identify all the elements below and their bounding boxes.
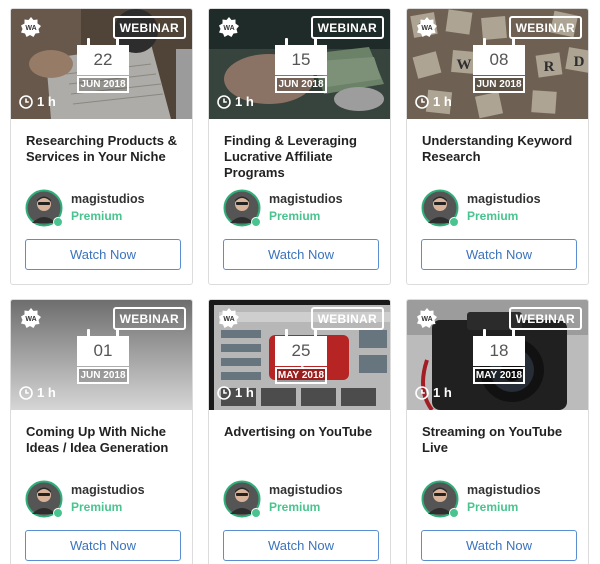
clock-icon (217, 94, 231, 109)
duration: 1 h (19, 385, 56, 400)
webinar-card[interactable]: WA WEBINAR 01 JUN 2018 1 h Coming Up Wit… (10, 299, 193, 564)
webinar-badge: WEBINAR (310, 307, 384, 330)
membership-tier: Premium (71, 209, 123, 223)
date-day: 22 (77, 45, 129, 75)
webinar-badge: WEBINAR (112, 16, 186, 39)
date-month: MAY 2018 (275, 367, 327, 384)
author-avatar[interactable] (421, 480, 459, 518)
author-avatar[interactable] (223, 480, 261, 518)
date-month: JUN 2018 (77, 367, 129, 384)
webinar-title[interactable]: Advertising on YouTube (224, 424, 384, 440)
webinar-card[interactable]: WA WEBINAR 18 MAY 2018 1 h Streaming on … (406, 299, 589, 564)
svg-text:WA: WA (25, 316, 36, 323)
author-name[interactable]: magistudios (269, 483, 343, 497)
svg-text:WA: WA (421, 316, 432, 323)
watch-now-button[interactable]: Watch Now (223, 239, 379, 270)
duration-label: 1 h (433, 94, 452, 109)
duration-label: 1 h (235, 94, 254, 109)
membership-tier: Premium (467, 500, 519, 514)
card-thumbnail[interactable]: WA WEBINAR 25 MAY 2018 1 h (209, 300, 390, 410)
author-avatar[interactable] (25, 480, 63, 518)
watch-now-button[interactable]: Watch Now (223, 530, 379, 561)
watch-now-button[interactable]: Watch Now (421, 239, 577, 270)
svg-text:WA: WA (223, 25, 234, 32)
date-day: 01 (77, 336, 129, 366)
author-avatar[interactable] (25, 189, 63, 227)
webinar-title[interactable]: Streaming on YouTube Live (422, 424, 582, 456)
author-name[interactable]: magistudios (269, 192, 343, 206)
clock-icon (415, 385, 429, 400)
date-day: 25 (275, 336, 327, 366)
webinar-title[interactable]: Understanding Keyword Research (422, 133, 582, 165)
membership-tier: Premium (269, 209, 321, 223)
membership-tier: Premium (467, 209, 519, 223)
webinar-title[interactable]: Researching Products & Services in Your … (26, 133, 186, 165)
webinar-card[interactable]: WA WEBINAR 22 JUN 2018 1 h Researching P… (10, 8, 193, 285)
duration-label: 1 h (37, 385, 56, 400)
brand-logo-icon: WA (21, 308, 41, 328)
watch-now-button[interactable]: Watch Now (25, 530, 181, 561)
author-name[interactable]: magistudios (467, 483, 541, 497)
date-calendar: 18 MAY 2018 (473, 329, 525, 388)
svg-text:WA: WA (25, 25, 36, 32)
brand-logo-icon: WA (21, 17, 41, 37)
author-name[interactable]: magistudios (71, 483, 145, 497)
card-thumbnail[interactable]: Y W R D WA WEBINAR 08 JUN 2018 1 h (407, 9, 588, 119)
webinar-badge: WEBINAR (508, 16, 582, 39)
duration: 1 h (217, 385, 254, 400)
card-thumbnail[interactable]: WA WEBINAR 15 JUN 2018 1 h (209, 9, 390, 119)
brand-logo-icon: WA (219, 17, 239, 37)
author-avatar[interactable] (223, 189, 261, 227)
brand-logo-icon: WA (417, 17, 437, 37)
watch-now-button[interactable]: Watch Now (25, 239, 181, 270)
webinar-badge: WEBINAR (508, 307, 582, 330)
clock-icon (415, 94, 429, 109)
webinar-card[interactable]: WA WEBINAR 25 MAY 2018 1 h Advertising o… (208, 299, 391, 564)
date-calendar: 01 JUN 2018 (77, 329, 129, 388)
date-month: JUN 2018 (77, 76, 129, 93)
card-thumbnail[interactable]: WA WEBINAR 18 MAY 2018 1 h (407, 300, 588, 410)
date-calendar: 08 JUN 2018 (473, 38, 525, 97)
webinar-badge: WEBINAR (310, 16, 384, 39)
membership-tier: Premium (71, 500, 123, 514)
clock-icon (19, 94, 33, 109)
brand-logo-icon: WA (417, 308, 437, 328)
clock-icon (19, 385, 33, 400)
date-month: JUN 2018 (473, 76, 525, 93)
watch-now-button[interactable]: Watch Now (421, 530, 577, 561)
date-calendar: 22 JUN 2018 (77, 38, 129, 97)
webinar-title[interactable]: Finding & Leveraging Lucrative Affiliate… (224, 133, 384, 181)
webinar-card[interactable]: WA WEBINAR 15 JUN 2018 1 h Finding & Lev… (208, 8, 391, 285)
date-calendar: 25 MAY 2018 (275, 329, 327, 388)
author-avatar[interactable] (421, 189, 459, 227)
clock-icon (217, 385, 231, 400)
date-month: MAY 2018 (473, 367, 525, 384)
card-thumbnail[interactable]: WA WEBINAR 01 JUN 2018 1 h (11, 300, 192, 410)
duration-label: 1 h (235, 385, 254, 400)
webinar-card[interactable]: Y W R D WA WEBINAR 08 JUN 2018 1 h Under… (406, 8, 589, 285)
svg-text:WA: WA (223, 316, 234, 323)
duration: 1 h (415, 385, 452, 400)
membership-tier: Premium (269, 500, 321, 514)
author-name[interactable]: magistudios (71, 192, 145, 206)
brand-logo-icon: WA (219, 308, 239, 328)
date-calendar: 15 JUN 2018 (275, 38, 327, 97)
date-day: 15 (275, 45, 327, 75)
webinar-title[interactable]: Coming Up With Niche Ideas / Idea Genera… (26, 424, 186, 456)
duration: 1 h (217, 94, 254, 109)
svg-text:WA: WA (421, 25, 432, 32)
date-month: JUN 2018 (275, 76, 327, 93)
duration: 1 h (19, 94, 56, 109)
date-day: 08 (473, 45, 525, 75)
card-thumbnail[interactable]: WA WEBINAR 22 JUN 2018 1 h (11, 9, 192, 119)
duration: 1 h (415, 94, 452, 109)
duration-label: 1 h (433, 385, 452, 400)
date-day: 18 (473, 336, 525, 366)
webinar-badge: WEBINAR (112, 307, 186, 330)
author-name[interactable]: magistudios (467, 192, 541, 206)
duration-label: 1 h (37, 94, 56, 109)
